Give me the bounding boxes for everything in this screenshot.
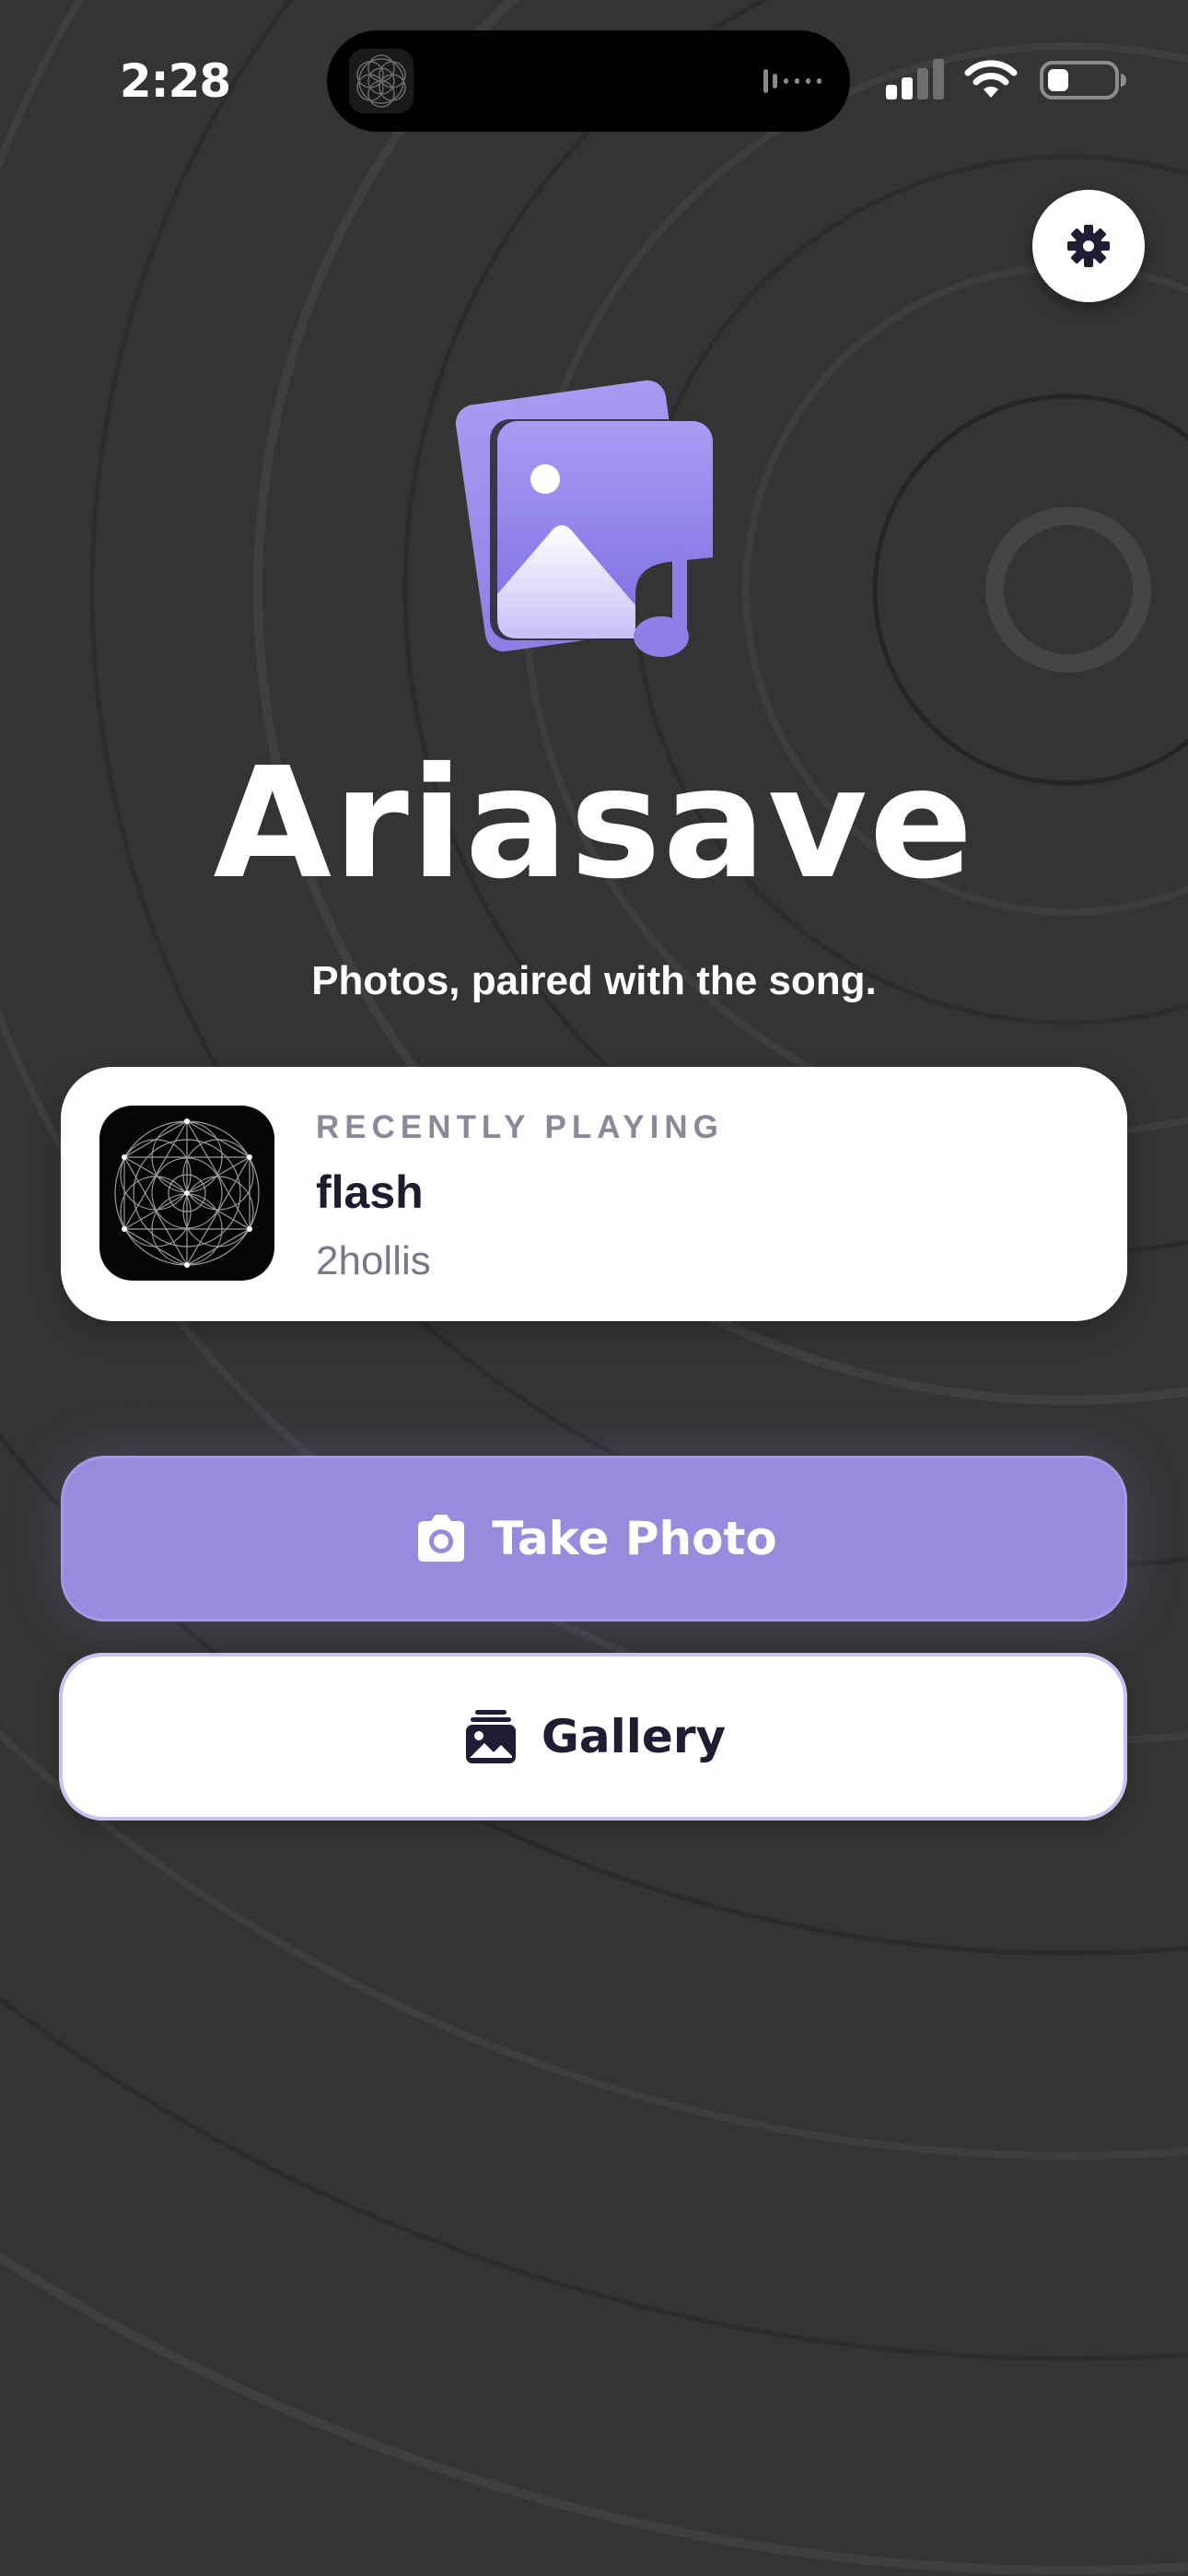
dynamic-island[interactable] — [327, 30, 850, 132]
take-photo-label: Take Photo — [492, 1512, 777, 1565]
album-art — [99, 1106, 274, 1281]
take-photo-button[interactable]: Take Photo — [61, 1456, 1127, 1622]
gear-icon — [1067, 225, 1110, 267]
recently-playing-card[interactable]: RECENTLY PLAYING flash 2hollis — [61, 1067, 1127, 1321]
photo-music-logo — [455, 380, 713, 657]
gallery-label: Gallery — [541, 1710, 727, 1763]
status-time: 2:28 — [119, 54, 231, 108]
app-subtitle: Photos, paired with the song. — [311, 958, 877, 1003]
gallery-button[interactable]: Gallery — [59, 1653, 1127, 1821]
recently-playing-label: RECENTLY PLAYING — [316, 1109, 724, 1145]
app-title: Ariasave — [213, 735, 975, 913]
audio-waveform-icon — [763, 69, 821, 93]
song-artist: 2hollis — [316, 1238, 431, 1283]
camera-icon — [418, 1515, 465, 1562]
wifi-icon — [964, 60, 1018, 98]
gallery-icon — [465, 1710, 516, 1763]
cellular-signal-icon — [886, 59, 944, 100]
settings-button[interactable] — [1032, 190, 1145, 302]
app-screen: 2:28 Ariasave Photos, paired with the so… — [0, 0, 1188, 2576]
island-album-art — [349, 49, 413, 113]
battery-icon — [1040, 61, 1126, 100]
song-title: flash — [316, 1166, 424, 1218]
